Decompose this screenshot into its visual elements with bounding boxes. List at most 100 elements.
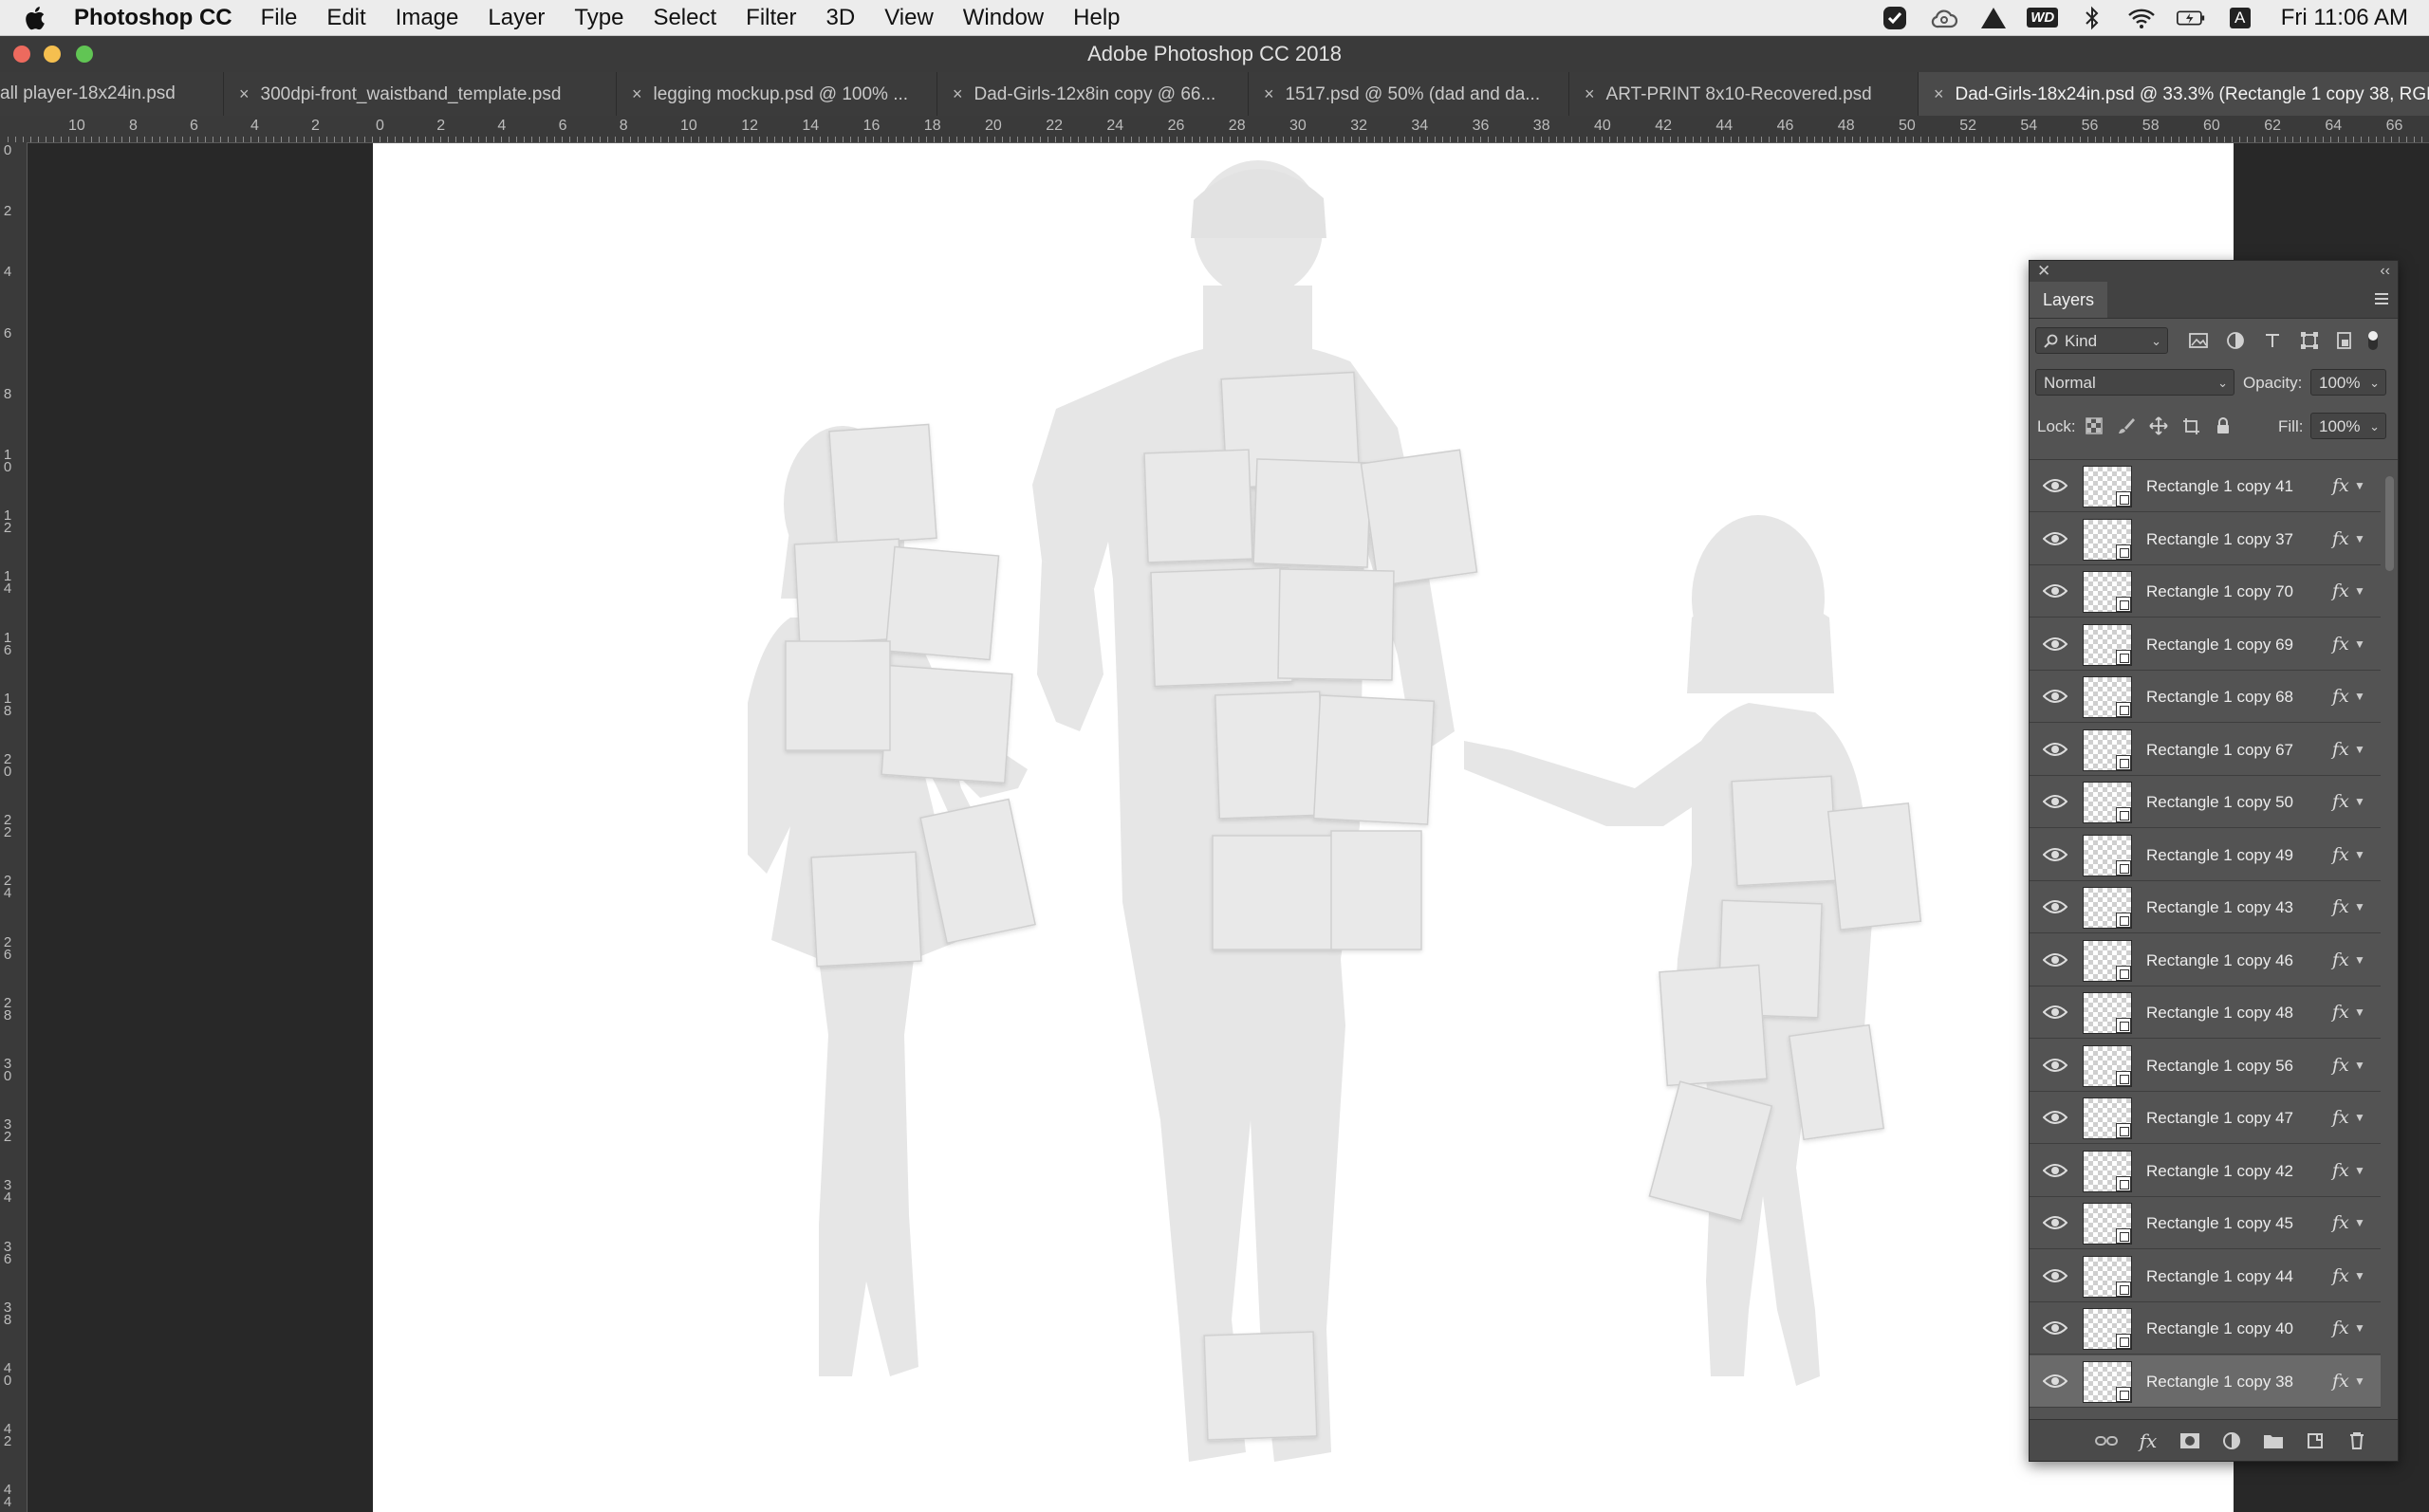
layer-effects-fx-icon[interactable]: fx [2332,1250,2349,1302]
layer-row[interactable]: Rectangle 1 copy 38 fx ▼ [2030,1355,2381,1408]
expand-effects-chevron-icon[interactable]: ▼ [2354,618,2365,671]
lock-all-icon[interactable] [2212,415,2234,437]
expand-effects-chevron-icon[interactable]: ▼ [2354,565,2365,618]
layer-effects-fx-icon[interactable]: fx [2332,776,2349,828]
document-tab[interactable]: × 300dpi-front_waistband_template.psd [224,72,617,116]
expand-effects-chevron-icon[interactable]: ▼ [2354,724,2365,776]
layer-effects-fx-icon[interactable]: fx [2332,1145,2349,1197]
document-tab[interactable]: × ART-PRINT 8x10-Recovered.psd [1569,72,1919,116]
expand-effects-chevron-icon[interactable]: ▼ [2354,1250,2365,1302]
visibility-eye-icon[interactable] [2043,1056,2067,1075]
creative-cloud-icon[interactable] [1930,6,1958,30]
layer-effects-fx-icon[interactable]: fx [2332,1197,2349,1249]
window-close-button[interactable] [13,46,30,63]
tab-layers[interactable]: Layers [2030,282,2108,318]
add-layer-style-fx-icon[interactable]: fx [2134,1428,2162,1454]
expand-effects-chevron-icon[interactable]: ▼ [2354,986,2365,1039]
layer-name[interactable]: Rectangle 1 copy 41 [2146,460,2293,512]
visibility-eye-icon[interactable] [2043,687,2067,706]
panel-menu-icon[interactable] [2373,290,2390,307]
layer-row[interactable]: Rectangle 1 copy 42 fx ▼ [2030,1145,2381,1197]
expand-effects-chevron-icon[interactable]: ▼ [2354,1145,2365,1197]
add-layer-mask-icon[interactable] [2176,1428,2204,1454]
visibility-eye-icon[interactable] [2043,1213,2067,1232]
layer-effects-fx-icon[interactable]: fx [2332,565,2349,618]
layer-name[interactable]: Rectangle 1 copy 47 [2146,1092,2293,1144]
layer-name[interactable]: Rectangle 1 copy 68 [2146,671,2293,723]
tab-close-icon[interactable]: × [1934,84,1944,103]
layer-name[interactable]: Rectangle 1 copy 38 [2146,1355,2293,1408]
window-zoom-button[interactable] [76,46,93,63]
checkbox-app-icon[interactable] [1881,6,1909,30]
visibility-eye-icon[interactable] [2043,529,2067,548]
tab-close-icon[interactable]: × [953,84,963,103]
expand-effects-chevron-icon[interactable]: ▼ [2354,881,2365,933]
expand-effects-chevron-icon[interactable]: ▼ [2354,460,2365,512]
wd-icon[interactable]: WD [2027,6,2059,30]
expand-effects-chevron-icon[interactable]: ▼ [2354,1092,2365,1144]
link-layers-icon[interactable] [2092,1428,2121,1454]
visibility-eye-icon[interactable] [2043,635,2067,654]
expand-effects-chevron-icon[interactable]: ▼ [2354,1355,2365,1408]
menubar-clock[interactable]: Fri 11:06 AM [2281,5,2408,31]
visibility-eye-icon[interactable] [2043,476,2067,495]
lock-transparent-pixels-icon[interactable] [2083,415,2105,437]
layer-row[interactable]: Rectangle 1 copy 50 fx ▼ [2030,776,2381,828]
layer-name[interactable]: Rectangle 1 copy 37 [2146,513,2293,565]
expand-effects-chevron-icon[interactable]: ▼ [2354,671,2365,723]
filter-kind-select[interactable]: Kind ⌄ [2035,327,2168,354]
layer-row[interactable]: Rectangle 1 copy 48 fx ▼ [2030,986,2381,1039]
layer-name[interactable]: Rectangle 1 copy 40 [2146,1302,2293,1355]
window-minimize-button[interactable] [44,46,61,63]
layer-effects-fx-icon[interactable]: fx [2332,934,2349,986]
tab-close-icon[interactable]: × [1585,84,1595,103]
menu-select[interactable]: Select [653,5,716,31]
layer-row[interactable]: Rectangle 1 copy 47 fx ▼ [2030,1092,2381,1144]
layer-effects-fx-icon[interactable]: fx [2332,513,2349,565]
menu-image[interactable]: Image [396,5,459,31]
visibility-eye-icon[interactable] [2043,1266,2067,1285]
battery-charging-icon[interactable] [2176,6,2205,30]
lock-image-pixels-brush-icon[interactable] [2115,415,2138,437]
horizontal-ruler[interactable]: 10 8 6 4 2 0 2 4 6 8 10 12 14 16 18 20 22 24 26 28 30 32 34 36 3… [0,116,2429,143]
visibility-eye-icon[interactable] [2043,950,2067,969]
document-tab[interactable]: all player-18x24in.psd [0,72,224,116]
delete-layer-trash-icon[interactable] [2343,1428,2371,1454]
layer-effects-fx-icon[interactable]: fx [2332,881,2349,933]
menu-3d[interactable]: 3D [826,5,856,31]
layer-name[interactable]: Rectangle 1 copy 56 [2146,1040,2293,1092]
layer-effects-fx-icon[interactable]: fx [2332,829,2349,881]
tab-close-icon[interactable]: × [239,84,250,103]
layer-row[interactable]: Rectangle 1 copy 49 fx ▼ [2030,829,2381,881]
expand-effects-chevron-icon[interactable]: ▼ [2354,513,2365,565]
fill-input[interactable]: 100% ⌄ [2310,413,2386,439]
layer-name[interactable]: Rectangle 1 copy 69 [2146,618,2293,671]
scrollbar-thumb[interactable] [2385,476,2394,571]
menu-filter[interactable]: Filter [746,5,796,31]
panel-collapse-icon[interactable]: ‹‹ [2380,261,2390,282]
visibility-eye-icon[interactable] [2043,1108,2067,1127]
document-tab[interactable]: × legging mockup.psd @ 100% ... [617,72,937,116]
menu-window[interactable]: Window [963,5,1044,31]
menu-file[interactable]: File [261,5,298,31]
menu-help[interactable]: Help [1073,5,1120,31]
layer-effects-fx-icon[interactable]: fx [2332,1355,2349,1408]
layer-name[interactable]: Rectangle 1 copy 42 [2146,1145,2293,1197]
visibility-eye-icon[interactable] [2043,1161,2067,1180]
layer-name[interactable]: Rectangle 1 copy 49 [2146,829,2293,881]
lock-artboard-icon[interactable] [2179,415,2202,437]
document-tab[interactable]: × 1517.psd @ 50% (dad and da... [1249,72,1569,116]
bluetooth-icon[interactable] [2078,6,2106,30]
app-menu-photoshop[interactable]: Photoshop CC [74,5,232,31]
visibility-eye-icon[interactable] [2043,845,2067,864]
layer-effects-fx-icon[interactable]: fx [2332,986,2349,1039]
layer-effects-fx-icon[interactable]: fx [2332,1302,2349,1355]
layer-row[interactable]: Rectangle 1 copy 45 fx ▼ [2030,1197,2381,1249]
layer-row[interactable]: Rectangle 1 copy 68 fx ▼ [2030,671,2381,723]
layer-name[interactable]: Rectangle 1 copy 48 [2146,986,2293,1039]
layer-row[interactable]: Rectangle 1 copy 44 fx ▼ [2030,1250,2381,1302]
layer-row[interactable]: Rectangle 1 copy 46 fx ▼ [2030,934,2381,986]
document-tab-active[interactable]: × Dad-Girls-18x24in.psd @ 33.3% (Rectangl… [1919,72,2429,116]
layer-name[interactable]: Rectangle 1 copy 50 [2146,776,2293,828]
type-layer-filter-icon[interactable] [2261,329,2284,352]
